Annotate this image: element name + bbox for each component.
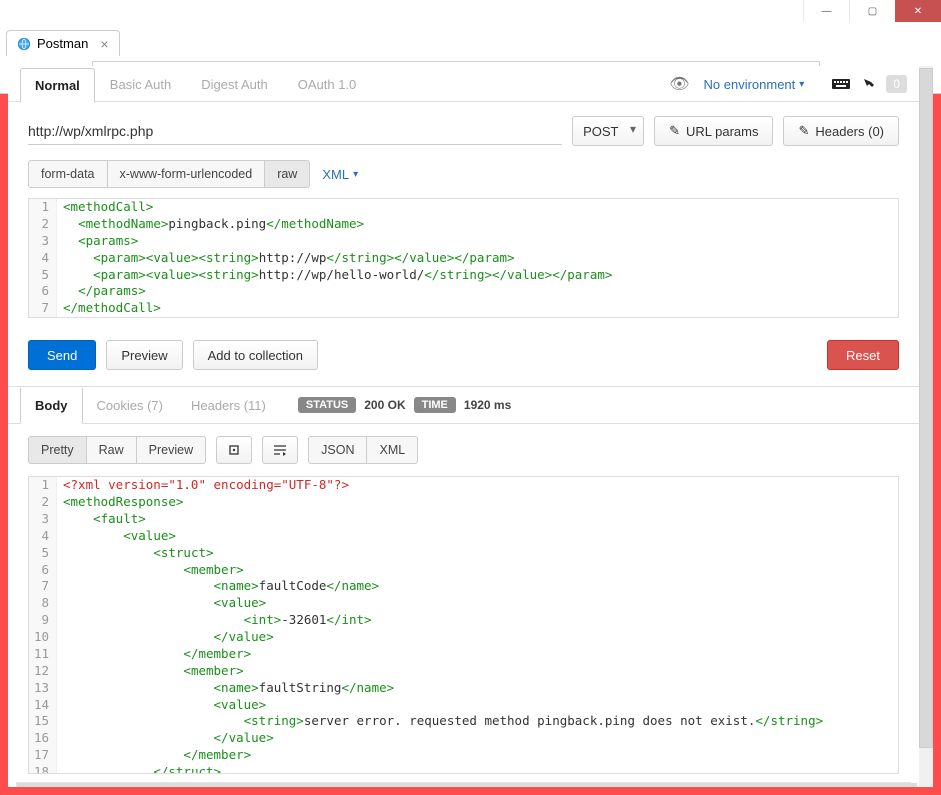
time-label: TIME — [414, 397, 456, 413]
headers-button[interactable]: ✎Headers (0) — [783, 116, 899, 146]
request-url-input[interactable] — [28, 117, 562, 145]
view-preview[interactable]: Preview — [137, 436, 206, 464]
time-value: 1920 ms — [464, 398, 511, 412]
browser-tabstrip: Postman × — [0, 28, 941, 56]
status-label: STATUS — [298, 397, 356, 413]
send-button[interactable]: Send — [28, 340, 96, 370]
keyboard-icon[interactable] — [832, 77, 850, 91]
url-params-button[interactable]: ✎URL params — [654, 116, 773, 146]
response-tab-body[interactable]: Body — [20, 388, 83, 424]
view-raw[interactable]: Raw — [87, 436, 137, 464]
tab-basic-auth[interactable]: Basic Auth — [95, 67, 186, 101]
view-pretty[interactable]: Pretty — [28, 436, 87, 464]
response-tab-cookies[interactable]: Cookies (7) — [83, 388, 177, 423]
maximize-button[interactable]: ▢ — [849, 0, 895, 22]
wrap-icon[interactable] — [262, 436, 298, 464]
body-tab-formdata[interactable]: form-data — [28, 160, 108, 188]
copy-icon[interactable] — [216, 436, 252, 464]
edit-icon: ✎ — [798, 123, 809, 139]
auth-tabs: Normal Basic Auth Digest Auth OAuth 1.0 … — [8, 66, 919, 102]
minimize-button[interactable]: — — [803, 0, 849, 22]
response-body-editor[interactable]: 1<?xml version="1.0" encoding="UTF-8"?>2… — [28, 476, 899, 774]
raw-language-selector[interactable]: XML ▾ — [322, 167, 358, 182]
status-value: 200 OK — [364, 398, 405, 412]
eye-icon[interactable]: 👁 — [669, 74, 689, 94]
window-titlebar: — ▢ ✕ — [0, 0, 941, 28]
format-json[interactable]: JSON — [308, 436, 367, 464]
horizontal-scrollbar[interactable] — [16, 782, 911, 787]
reset-button[interactable]: Reset — [827, 340, 899, 370]
close-button[interactable]: ✕ — [895, 0, 941, 22]
settings-icon[interactable] — [860, 76, 876, 92]
edit-icon: ✎ — [669, 123, 680, 139]
tab-normal[interactable]: Normal — [20, 68, 95, 103]
environment-selector[interactable]: No environment ▾ — [704, 77, 805, 92]
add-to-collection-button[interactable]: Add to collection — [193, 340, 318, 370]
request-body-editor[interactable]: 1<methodCall>2 <methodName>pingback.ping… — [28, 198, 899, 318]
body-tab-urlencoded[interactable]: x-www-form-urlencoded — [108, 160, 266, 188]
tab-digest-auth[interactable]: Digest Auth — [186, 67, 283, 101]
response-tab-headers[interactable]: Headers (11) — [177, 388, 280, 423]
http-method-select[interactable]: POST — [572, 116, 644, 146]
preview-button[interactable]: Preview — [106, 340, 182, 370]
globe-icon — [17, 37, 31, 51]
browser-tab[interactable]: Postman × — [6, 30, 120, 56]
vertical-scrollbar[interactable] — [919, 66, 933, 787]
tab-oauth[interactable]: OAuth 1.0 — [283, 67, 372, 101]
format-xml[interactable]: XML — [367, 436, 418, 464]
request-count-badge: 0 — [886, 75, 907, 93]
body-tab-raw[interactable]: raw — [265, 160, 310, 188]
tab-close-icon[interactable]: × — [100, 36, 108, 52]
tab-title: Postman — [37, 36, 88, 51]
